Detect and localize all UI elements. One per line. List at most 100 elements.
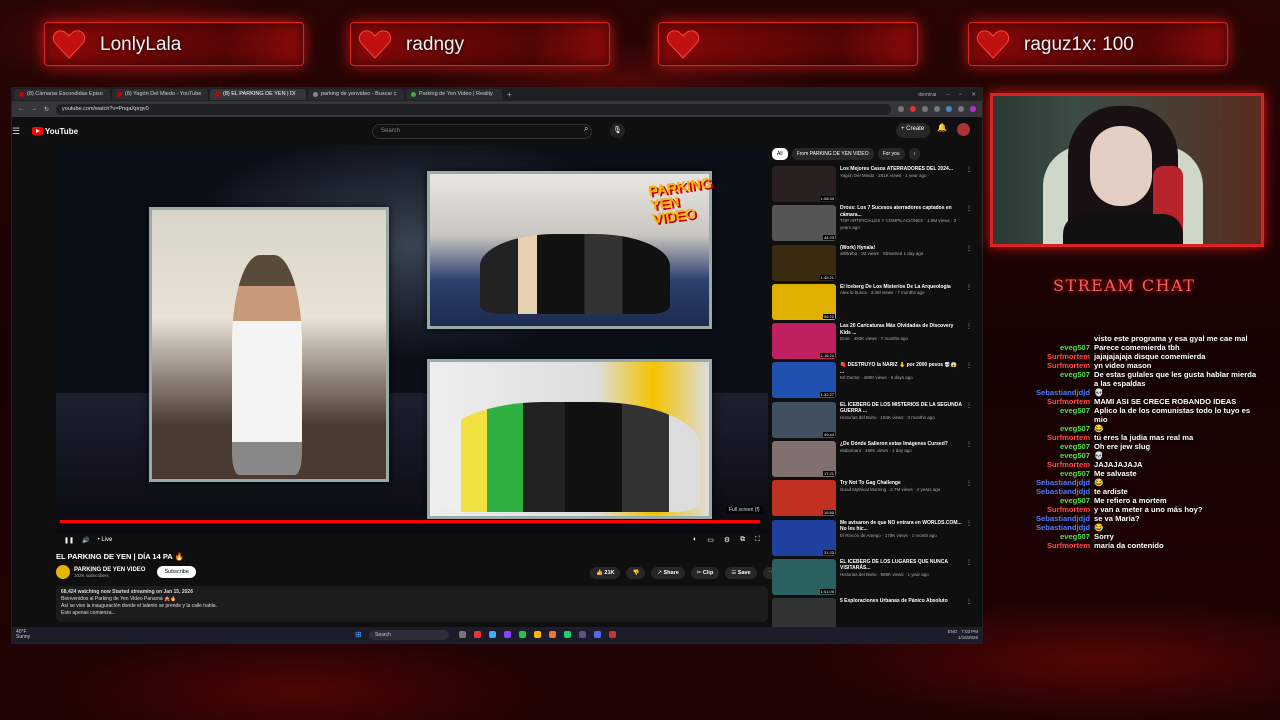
youtube-logo[interactable]: YouTube	[32, 127, 78, 136]
browser-tab[interactable]: (8) Cámaras Escondidas Episo	[14, 89, 110, 100]
taskbar-search[interactable]: Search	[369, 630, 449, 640]
discord-icon[interactable]	[594, 631, 601, 638]
avatar-icon[interactable]	[970, 106, 976, 112]
recommendation-item[interactable]: 56:22 El Iceberg De Los Misterios De La A…	[772, 283, 972, 323]
reload-icon[interactable]: ↻	[44, 106, 49, 113]
dislike-button[interactable]: 👎	[626, 567, 646, 579]
video-thumbnail[interactable]: 1:01:06	[772, 558, 836, 595]
recommendation-title[interactable]: ¿De Dónde Salieron estas Imágenes Cursed…	[840, 441, 962, 448]
mic-icon[interactable]: 🎙	[610, 123, 625, 138]
more-vert-icon[interactable]: ⋮	[966, 205, 972, 244]
video-thumbnail[interactable]: 17:21	[772, 441, 836, 478]
recommendation-item[interactable]: 49:44 EL ICEBERG DE LOS MISTERIOS DE LA S…	[772, 401, 972, 441]
more-vert-icon[interactable]: ⋮	[966, 480, 972, 519]
app-icon[interactable]	[564, 631, 571, 638]
video-thumbnail[interactable]: 31:23	[772, 519, 836, 556]
extension-icon[interactable]	[922, 106, 928, 112]
volume-icon[interactable]: 🔊	[82, 537, 89, 544]
recommendation-title[interactable]: Dross: Los 7 Sucesos aterradores captado…	[840, 205, 962, 218]
pause-icon[interactable]: ❚❚	[64, 537, 74, 544]
chip-for-you[interactable]: For you	[877, 148, 905, 160]
obs-icon[interactable]	[609, 631, 616, 638]
steam-icon[interactable]	[579, 631, 586, 638]
video-thumbnail[interactable]: 1:32:27	[772, 362, 836, 399]
more-vert-icon[interactable]: ⋮	[966, 441, 972, 480]
url-field[interactable]: youtube.com/watch?v=PnqaXprgv0	[56, 103, 891, 115]
minimize-icon[interactable]: –	[946, 92, 949, 98]
settings-icon[interactable]: ⚙	[724, 536, 730, 544]
maximize-icon[interactable]: ▫	[959, 92, 961, 98]
video-thumbnail[interactable]: 16:50	[772, 480, 836, 517]
autoplay-toggle[interactable]: ◐	[693, 536, 697, 544]
video-thumbnail[interactable]: 56:22	[772, 283, 836, 320]
recommendation-title[interactable]: 5 Exploraciones Urbanas de Pánico Absolu…	[840, 598, 962, 605]
video-player[interactable]: PARKING YEN VIDEO Full screen (f)	[56, 145, 768, 533]
recommendation-item[interactable]: 16:50 Try Not To Gag Challenge Good Mythic…	[772, 480, 972, 519]
subtitles-icon[interactable]: ▭	[707, 536, 714, 544]
forward-icon[interactable]: →	[31, 106, 37, 112]
share-button[interactable]: ↗ Share	[651, 567, 685, 579]
subscribe-button[interactable]: Subscribe	[157, 566, 196, 578]
fullscreen-icon[interactable]: ⛶	[755, 536, 760, 544]
recommendation-title[interactable]: Los Mejores Casos ATERRADORES DEL 2024..…	[840, 166, 962, 173]
more-vert-icon[interactable]: ⋮	[966, 520, 972, 559]
taskview-icon[interactable]	[459, 631, 466, 638]
chip-channel[interactable]: From PARKING DE YEN VIDEO	[791, 148, 874, 160]
chevron-right-icon[interactable]: ›	[908, 148, 921, 160]
channel-avatar[interactable]	[56, 565, 70, 579]
recommendation-title[interactable]: Las 20 Caricaturas Más Olvidadas de Disc…	[840, 323, 962, 336]
recommendation-item[interactable]: 17:21 ¿De Dónde Salieron estas Imágenes C…	[772, 441, 972, 480]
more-vert-icon[interactable]: ⋮	[966, 362, 972, 401]
chrome-icon[interactable]	[549, 631, 556, 638]
search-icon[interactable]: ⌕	[584, 124, 598, 139]
avatar[interactable]	[957, 123, 970, 136]
browser-tab-active[interactable]: (8) EL PARKING DE YEN | Dí	[210, 89, 306, 100]
more-vert-icon[interactable]: ⋮	[966, 245, 972, 284]
more-vert-icon[interactable]: ⋮	[966, 402, 972, 441]
save-button[interactable]: ☰ Save	[725, 567, 757, 579]
more-vert-icon[interactable]: ⋮	[966, 323, 972, 362]
miniplayer-icon[interactable]: ⧉	[740, 536, 745, 544]
more-vert-icon[interactable]: ⋮	[966, 559, 972, 598]
profile-name[interactable]: demirai	[918, 92, 936, 98]
browser-tab[interactable]: parking de yenvideo - Buscar c	[308, 89, 404, 100]
video-thumbnail[interactable]: 1:16:24	[772, 323, 836, 360]
recommendation-title[interactable]: EL ICEBERG DE LOS LUGARES QUE NUNCA VISI…	[840, 559, 962, 572]
system-tray[interactable]: ENG 7:03 PM 1/16/2026	[948, 629, 978, 640]
bell-icon[interactable]: 🔔	[937, 123, 947, 132]
search-input[interactable]: Search	[372, 124, 592, 139]
back-icon[interactable]: ←	[18, 106, 24, 112]
recommendation-item[interactable]: 1:45:21 (Work) Hynala! xBBreba · 32 views …	[772, 244, 972, 284]
recommendation-item[interactable]: 1:08:33 Los Mejores Casos ATERRADORES DEL…	[772, 166, 972, 205]
channel-name[interactable]: PARKING DE YEN VIDEO	[74, 567, 145, 573]
chip-all[interactable]: All	[772, 148, 788, 160]
video-thumbnail[interactable]: 49:44	[772, 401, 836, 438]
recommendation-title[interactable]: 🍓 DESTRUYÓ la NARIZ 👃 por 2000 pesos 💀😱 …	[840, 362, 962, 375]
recommendation-item[interactable]: 1:16:24 Las 20 Caricaturas Más Olvidadas …	[772, 323, 972, 362]
folder-icon[interactable]	[534, 631, 541, 638]
recommendation-item[interactable]: 1:32:27 🍓 DESTRUYÓ la NARIZ 👃 por 2000 pe…	[772, 362, 972, 401]
extension-icon[interactable]	[958, 106, 964, 112]
new-tab-icon[interactable]: +	[507, 90, 512, 99]
spotify-icon[interactable]	[519, 631, 526, 638]
close-icon[interactable]: ✕	[971, 92, 976, 98]
recommendation-item[interactable]: 1:01:06 EL ICEBERG DE LOS LUGARES QUE NUN…	[772, 558, 972, 598]
weather-widget[interactable]: 40°F Sunny	[16, 629, 30, 641]
recommendation-item[interactable]: 44:23 Dross: Los 7 Sucesos aterradores ca…	[772, 205, 972, 244]
extension-icon[interactable]	[910, 106, 916, 112]
windows-start-icon[interactable]: ⊞	[355, 630, 362, 639]
more-vert-icon[interactable]: ⋮	[966, 284, 972, 323]
extension-icon[interactable]	[946, 106, 952, 112]
progress-bar[interactable]	[60, 520, 760, 523]
create-button[interactable]: + Create	[896, 123, 930, 138]
like-button[interactable]: 👍 21K	[590, 567, 621, 579]
clip-button[interactable]: ✂ Clip	[690, 567, 720, 579]
extension-icon[interactable]	[934, 106, 940, 112]
star-icon[interactable]	[898, 106, 904, 112]
browser-tab[interactable]: (8) Yagón Del Miedo - YouTube	[112, 89, 208, 100]
recommendation-item[interactable]: 31:23 Me avisaron de que NO entrara en WO…	[772, 519, 972, 559]
video-thumbnail[interactable]: 44:23	[772, 205, 836, 242]
video-description[interactable]: 68,424 watching now Started streaming on…	[56, 586, 768, 622]
video-thumbnail[interactable]: 1:45:21	[772, 244, 836, 281]
app-icon[interactable]	[489, 631, 496, 638]
